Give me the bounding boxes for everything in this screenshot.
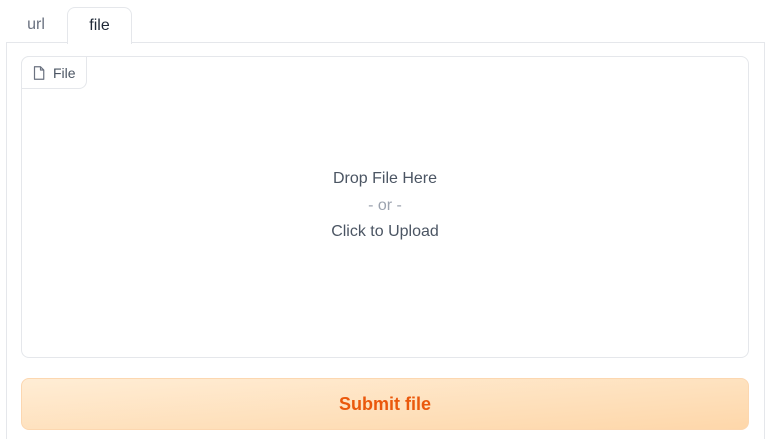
file-upload-form: url file File Drop File Here - or - Clic… — [0, 0, 771, 439]
submit-file-button[interactable]: Submit file — [21, 378, 749, 430]
tab-file-label: file — [89, 17, 110, 34]
drop-file-text: Drop File Here — [332, 170, 438, 187]
or-divider-text: - or - — [368, 197, 402, 214]
click-to-upload-text: Click to Upload — [331, 223, 439, 240]
file-field-label-text: File — [53, 64, 76, 81]
file-field-label: File — [21, 56, 87, 89]
tab-url[interactable]: url — [16, 7, 56, 43]
tab-file[interactable]: file — [67, 7, 132, 44]
file-icon — [33, 65, 45, 80]
tab-url-label: url — [27, 16, 45, 33]
file-dropzone[interactable]: File Drop File Here - or - Click to Uplo… — [21, 56, 749, 358]
